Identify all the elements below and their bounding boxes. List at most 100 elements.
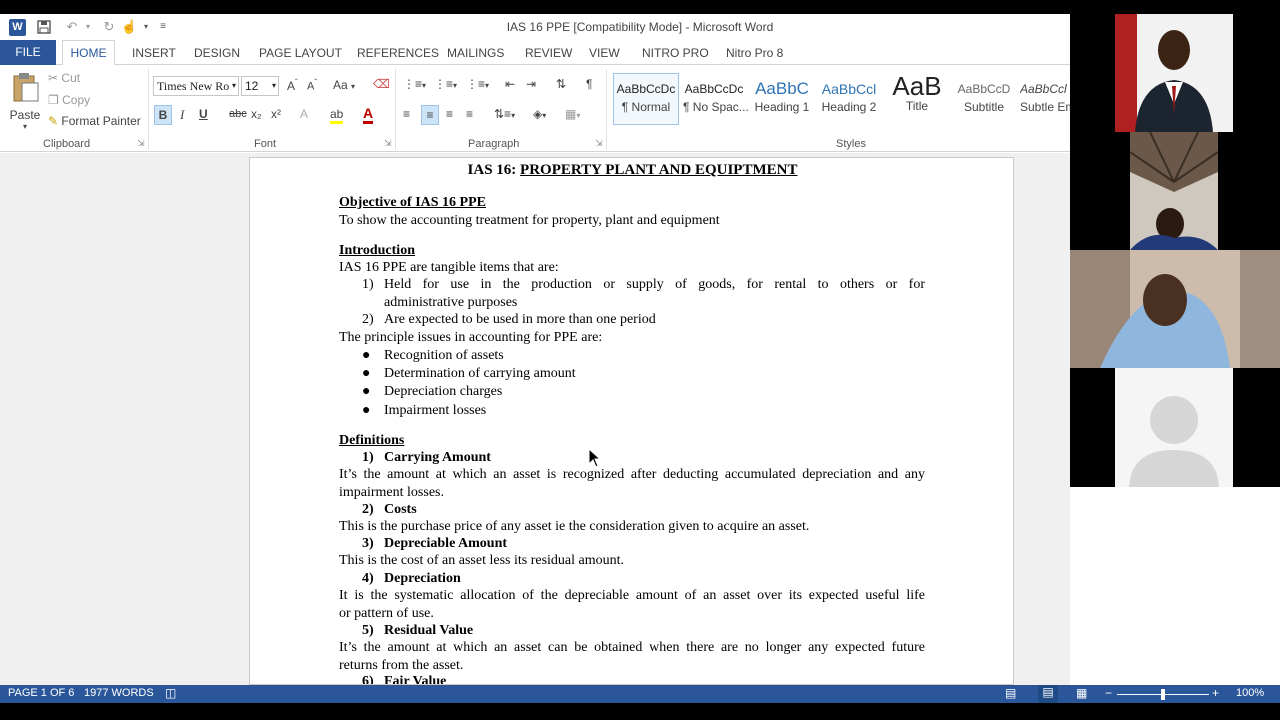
mouse-cursor-icon	[588, 448, 602, 468]
zoom-out-button[interactable]: −	[1105, 686, 1112, 700]
clear-formatting-icon[interactable]: ⌫	[373, 77, 390, 91]
superscript-button[interactable]: x²	[271, 107, 281, 121]
shading-icon[interactable]: ◈▾	[533, 107, 546, 121]
web-layout-icon[interactable]: ▦	[1076, 686, 1087, 700]
line-spacing-icon[interactable]: ⇅≡▾	[494, 107, 515, 121]
page-count[interactable]: PAGE 1 OF 6	[8, 687, 74, 699]
italic-button[interactable]: I	[180, 107, 184, 123]
borders-icon[interactable]: ▦▾	[565, 107, 580, 121]
tab-insert[interactable]: INSERT	[132, 46, 176, 60]
title-prefix: IAS 16:	[467, 162, 521, 178]
paragraph-launcher-icon[interactable]: ⇲	[595, 138, 603, 149]
read-mode-icon[interactable]: ▤	[1005, 686, 1016, 700]
zoom-in-button[interactable]: +	[1212, 686, 1219, 700]
participant-video-3[interactable]	[1070, 250, 1280, 368]
style-sample: AaBbCcD	[957, 82, 1011, 96]
ribbon-home: Paste ▾ ✂ Cut ❐ Copy ✎ Format Painter Cl…	[0, 65, 1070, 152]
definition-text: This is the purchase price of any asset …	[339, 519, 810, 534]
tab-home[interactable]: HOME	[62, 40, 115, 66]
grow-font-icon[interactable]: Aˆ	[287, 78, 298, 93]
style-subtle-emphasis[interactable]: AaBbCcl Subtle Em	[1020, 75, 1070, 125]
objective-text: To show the accounting treatment for pro…	[339, 213, 720, 228]
word-count[interactable]: 1977 WORDS	[84, 687, 154, 699]
shrink-font-icon[interactable]: Aˇ	[307, 78, 317, 93]
tab-references[interactable]: REFERENCES	[357, 46, 439, 60]
multilevel-list-icon[interactable]: ⋮≡▾	[466, 77, 489, 91]
bullet-icon: ●	[362, 348, 371, 363]
tab-design[interactable]: DESIGN	[194, 46, 240, 60]
style-title[interactable]: AaB Title	[886, 73, 948, 125]
align-center-icon[interactable]: ≡	[421, 105, 439, 125]
subscript-button[interactable]: x₂	[251, 107, 262, 121]
tab-view[interactable]: VIEW	[589, 46, 620, 60]
proofing-icon[interactable]: ◫	[165, 686, 176, 700]
style-sample: AaBbCcDc	[616, 82, 676, 96]
tab-page-layout[interactable]: PAGE LAYOUT	[259, 46, 342, 60]
format-painter-label: Format Painter	[61, 114, 141, 128]
list-item-line: administrative purposes	[384, 295, 518, 310]
bullet-item: Depreciation charges	[384, 384, 503, 399]
participant-video-2[interactable]	[1130, 132, 1218, 250]
style-name: ¶ No Spac...	[683, 100, 749, 114]
style-sample: AaBbCcl	[1020, 82, 1067, 96]
numbering-icon[interactable]: ⋮≡▾	[434, 77, 457, 91]
text-effects-icon[interactable]: A	[300, 107, 308, 121]
clipboard-launcher-icon[interactable]: ⇲	[137, 138, 145, 149]
change-case-icon[interactable]: Aa ▾	[333, 78, 355, 92]
format-painter-button[interactable]: ✎ Format Painter	[48, 114, 141, 128]
definition-number: 3)	[362, 536, 374, 551]
definition-term: Depreciation	[384, 571, 461, 586]
bold-button[interactable]: B	[154, 105, 172, 125]
separator	[395, 69, 396, 149]
copy-button[interactable]: ❐ Copy	[48, 93, 90, 107]
zoom-level[interactable]: 100%	[1236, 687, 1264, 699]
tab-mailings[interactable]: MAILINGS	[447, 46, 504, 60]
introduction-heading: Introduction	[339, 243, 415, 258]
definition-number: 5)	[362, 623, 374, 638]
print-layout-icon[interactable]: ▤	[1038, 685, 1058, 703]
style-no-spacing[interactable]: AaBbCcDc ¶ No Spac...	[683, 75, 749, 125]
list-item: Are expected to be used in more than one…	[384, 312, 656, 327]
bullet-icon: ●	[362, 366, 371, 381]
align-left-icon[interactable]: ≡	[403, 107, 410, 121]
tab-nitro-pro-8[interactable]: Nitro Pro 8	[726, 46, 783, 60]
font-color-icon[interactable]: A	[363, 105, 374, 124]
style-sample: AaBbC	[755, 79, 809, 98]
bullet-item: Recognition of assets	[384, 348, 504, 363]
show-paragraph-marks-icon[interactable]: ¶	[586, 77, 592, 91]
bullets-icon[interactable]: ⋮≡▾	[403, 77, 426, 91]
font-name-combo[interactable]: Times New Ro ▾	[153, 76, 239, 96]
chevron-down-icon: ▾	[271, 81, 276, 90]
document-page[interactable]: IAS 16: PROPERTY PLANT AND EQUIPTMENT Ob…	[249, 157, 1014, 685]
increase-indent-icon[interactable]: ⇥	[526, 77, 536, 91]
underline-button[interactable]: U	[199, 107, 208, 121]
separator	[606, 69, 607, 149]
font-launcher-icon[interactable]: ⇲	[384, 138, 392, 149]
definition-term: Costs	[384, 502, 417, 517]
participant-video-1[interactable]	[1115, 14, 1233, 132]
align-right-icon[interactable]: ≡	[446, 107, 453, 121]
paste-button[interactable]: Paste ▾	[8, 71, 42, 131]
participant-avatar-image	[1115, 14, 1233, 132]
clipboard-group-label: Clipboard	[43, 138, 91, 150]
highlight-color-icon[interactable]: ab	[330, 107, 344, 124]
tab-review[interactable]: REVIEW	[525, 46, 572, 60]
zoom-slider-thumb[interactable]	[1161, 689, 1165, 700]
style-name: Heading 1	[754, 100, 810, 114]
style-heading-1[interactable]: AaBbC Heading 1	[751, 75, 813, 125]
style-heading-2[interactable]: AaBbCcl Heading 2	[818, 75, 880, 125]
strikethrough-button[interactable]: abc	[229, 108, 247, 120]
decrease-indent-icon[interactable]: ⇤	[505, 77, 515, 91]
font-size-combo[interactable]: 12 ▾	[241, 76, 279, 96]
justify-icon[interactable]: ≡	[466, 107, 473, 121]
sort-icon[interactable]: ⇅	[556, 77, 566, 91]
style-normal[interactable]: AaBbCcDc ¶ Normal	[613, 73, 679, 125]
scissors-icon: ✂	[48, 71, 59, 85]
font-group-label: Font	[254, 138, 277, 150]
tab-file[interactable]: FILE	[0, 40, 56, 65]
font-size-value: 12	[245, 79, 259, 93]
participant-video-4[interactable]	[1115, 368, 1233, 487]
cut-button[interactable]: ✂ Cut	[48, 71, 80, 85]
tab-nitro-pro[interactable]: NITRO PRO	[642, 46, 709, 60]
style-subtitle[interactable]: AaBbCcD Subtitle	[953, 75, 1015, 125]
